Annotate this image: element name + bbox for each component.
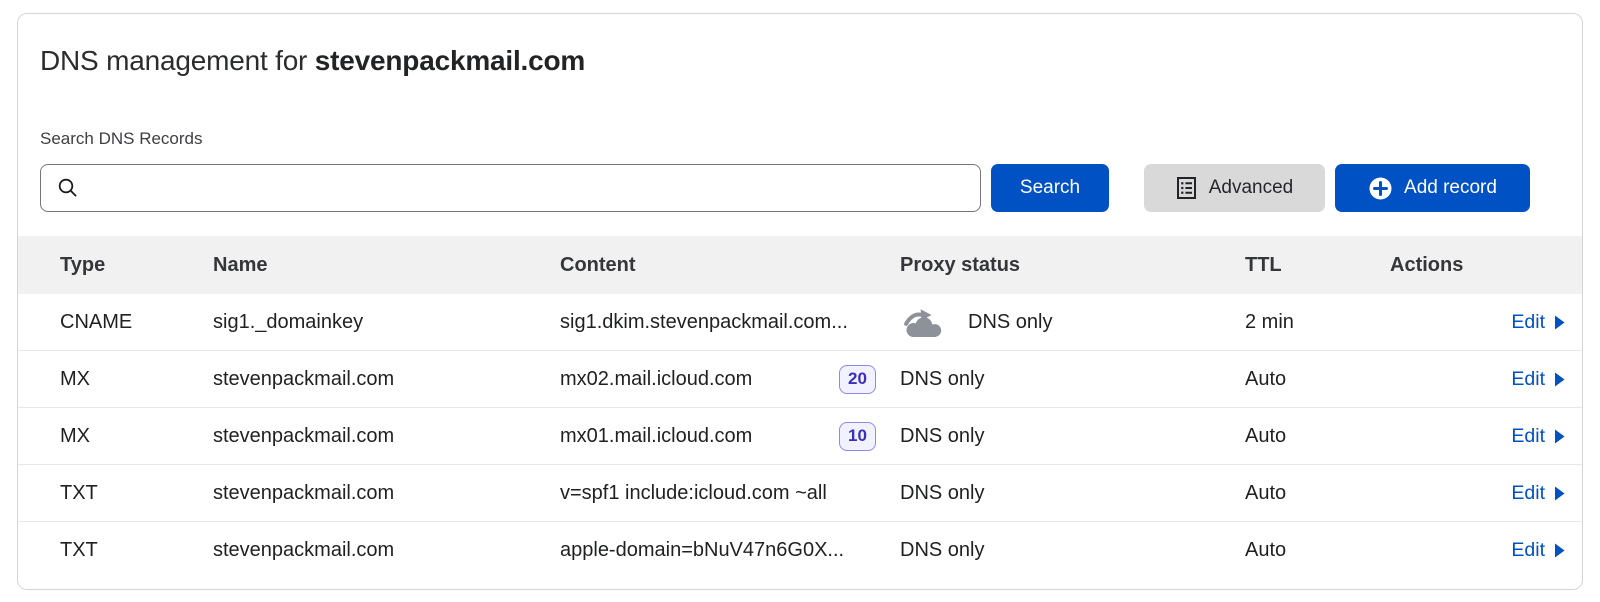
record-type: MX [60,368,213,391]
proxy-status: DNS only [900,425,984,448]
mx-priority-badge: 20 [839,365,876,394]
proxy-status: DNS only [900,539,984,562]
column-header-content: Content [560,254,890,277]
proxy-status: DNS only [900,482,984,505]
column-header-type: Type [60,254,213,277]
proxy-status: DNS only [968,311,1052,334]
edit-link-label: Edit [1511,482,1545,505]
zone-name: stevenpackmail.com [315,45,585,76]
mx-priority-badge: 10 [839,422,876,451]
record-name: stevenpackmail.com [213,539,560,562]
triangle-right-icon [1553,485,1566,502]
record-content: v=spf1 include:icloud.com ~all [560,482,827,505]
column-header-proxy-status: Proxy status [890,254,1245,277]
dns-records-table: Type Name Content Proxy status TTL Actio… [18,236,1582,578]
triangle-right-icon [1553,428,1566,445]
search-button[interactable]: Search [991,164,1109,212]
record-name: stevenpackmail.com [213,425,560,448]
record-name: sig1._domainkey [213,311,560,334]
proxy-status: DNS only [900,368,984,391]
record-ttl: Auto [1245,425,1390,448]
triangle-right-icon [1553,371,1566,388]
column-header-name: Name [213,254,560,277]
edit-link-label: Edit [1511,311,1545,334]
edit-record-link[interactable]: Edit [1511,425,1566,448]
triangle-right-icon [1553,314,1566,331]
table-row: TXT stevenpackmail.com apple-domain=bNuV… [18,521,1582,578]
table-row: CNAME sig1._domainkey sig1.dkim.stevenpa… [18,294,1582,350]
record-content: mx01.mail.icloud.com [560,425,752,448]
edit-record-link[interactable]: Edit [1511,482,1566,505]
edit-record-link[interactable]: Edit [1511,311,1566,334]
page-title: DNS management for stevenpackmail.com [40,45,1560,77]
table-row: MX stevenpackmail.com mx01.mail.icloud.c… [18,407,1582,464]
table-row: MX stevenpackmail.com mx02.mail.icloud.c… [18,350,1582,407]
cloud-arrow-icon [900,306,946,338]
record-name: stevenpackmail.com [213,368,560,391]
column-header-actions: Actions [1390,254,1566,277]
record-ttl: Auto [1245,539,1390,562]
edit-record-link[interactable]: Edit [1511,539,1566,562]
record-type: CNAME [60,311,213,334]
advanced-button[interactable]: Advanced [1144,164,1325,212]
edit-link-label: Edit [1511,539,1545,562]
table-row: TXT stevenpackmail.com v=spf1 include:ic… [18,464,1582,521]
record-ttl: 2 min [1245,311,1390,334]
edit-link-label: Edit [1511,425,1545,448]
record-ttl: Auto [1245,368,1390,391]
add-record-button[interactable]: Add record [1335,164,1530,212]
record-type: MX [60,425,213,448]
record-ttl: Auto [1245,482,1390,505]
add-record-button-label: Add record [1404,177,1497,199]
record-type: TXT [60,539,213,562]
advanced-button-label: Advanced [1209,177,1294,199]
search-label: Search DNS Records [40,129,1560,149]
triangle-right-icon [1553,542,1566,559]
column-header-ttl: TTL [1245,254,1390,277]
record-content: mx02.mail.icloud.com [560,368,752,391]
record-content: apple-domain=bNuV47n6G0X... [560,539,844,562]
record-name: stevenpackmail.com [213,482,560,505]
search-toolbar: Search Advanced Add recor [40,164,1530,212]
table-header-row: Type Name Content Proxy status TTL Actio… [18,236,1582,294]
record-content: sig1.dkim.stevenpackmail.com... [560,311,848,334]
page-title-prefix: DNS management for [40,45,307,76]
dns-management-card: DNS management for stevenpackmail.com Se… [17,13,1583,590]
plus-circle-icon [1368,176,1404,201]
search-box [40,164,981,212]
search-button-label: Search [1020,177,1080,199]
edit-record-link[interactable]: Edit [1511,368,1566,391]
search-icon [57,177,79,204]
record-type: TXT [60,482,213,505]
edit-link-label: Edit [1511,368,1545,391]
search-input[interactable] [40,164,981,212]
document-list-icon [1176,176,1209,200]
